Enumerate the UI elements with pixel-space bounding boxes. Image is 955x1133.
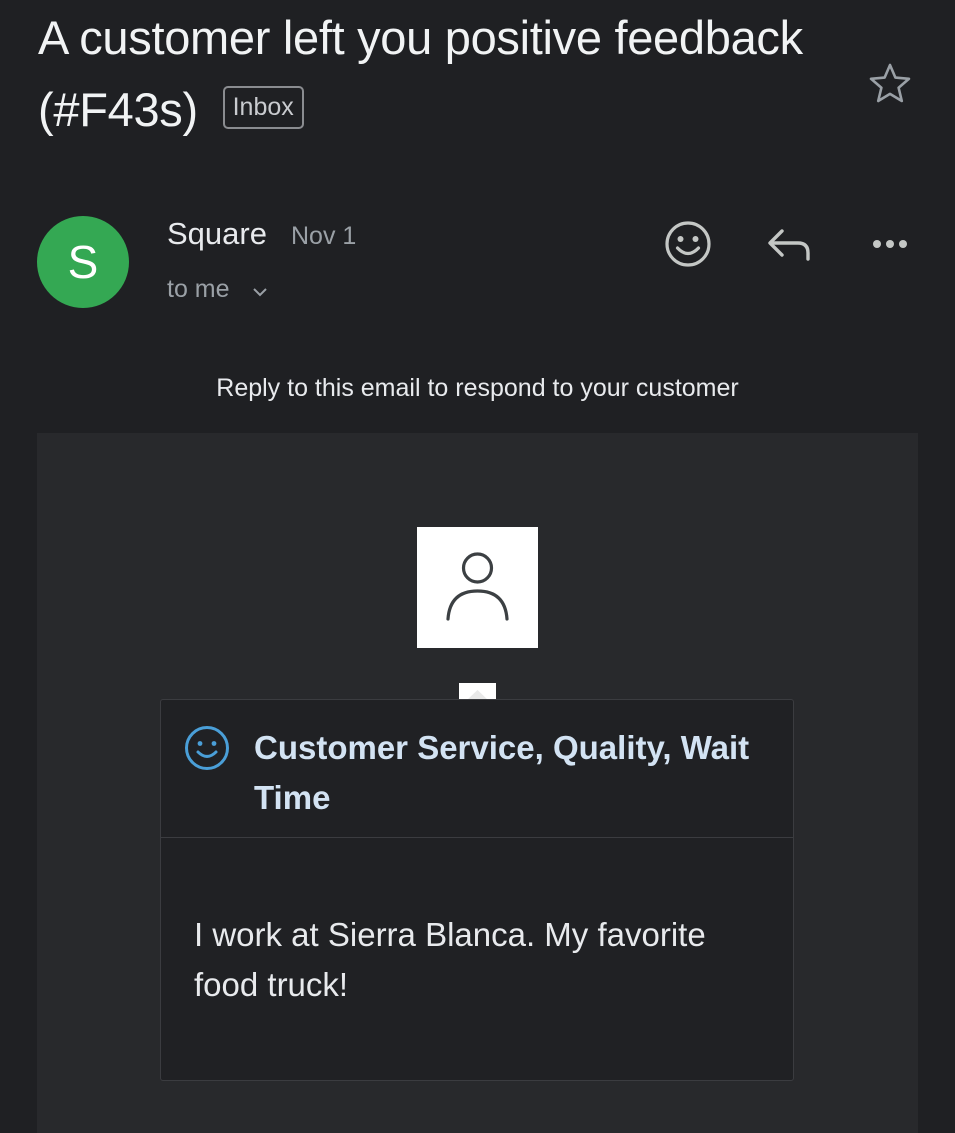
add-reaction-icon[interactable] <box>660 216 716 272</box>
reply-instruction: Reply to this email to respond to your c… <box>216 374 739 402</box>
feedback-categories: Customer Service, Quality, Wait Time <box>254 729 750 816</box>
email-subject: A customer left you positive feedback (#… <box>38 2 838 146</box>
sender-avatar[interactable]: S <box>37 216 129 308</box>
more-options-icon[interactable] <box>862 216 918 272</box>
customer-profile-icon <box>417 527 538 648</box>
feedback-header: Customer Service, Quality, Wait Time <box>161 700 793 838</box>
recipient-details[interactable]: to me <box>167 275 230 304</box>
inbox-label-badge[interactable]: Inbox <box>222 86 304 130</box>
reply-icon[interactable] <box>762 216 818 272</box>
sender-name[interactable]: Square <box>167 216 267 252</box>
star-icon[interactable] <box>866 60 914 108</box>
email-date: Nov 1 <box>291 222 357 250</box>
feedback-comment: I work at Sierra Blanca. My favorite foo… <box>194 916 706 1003</box>
chevron-down-icon[interactable] <box>250 282 270 302</box>
feedback-panel: Customer Service, Quality, Wait Time I w… <box>160 699 794 1081</box>
speech-bubble-pointer <box>459 683 496 700</box>
subject-text: A customer left you positive feedback (#… <box>38 11 803 136</box>
smiley-icon <box>185 726 229 770</box>
